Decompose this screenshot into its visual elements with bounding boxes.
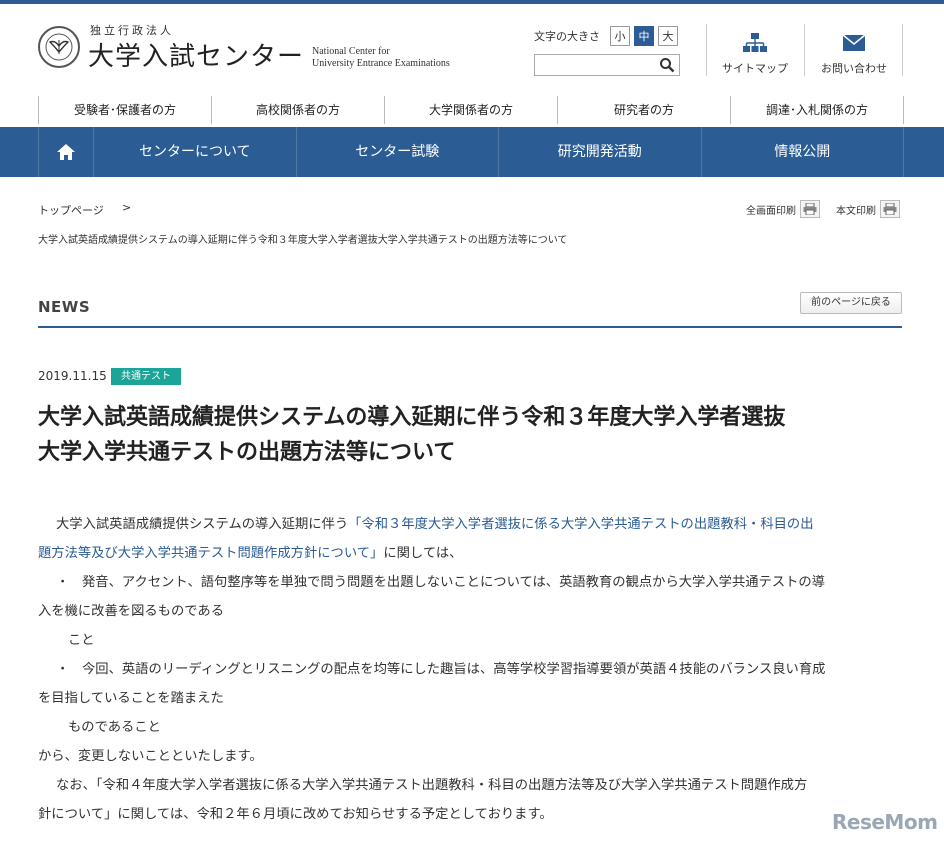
sitemap-link[interactable]: サイトマップ bbox=[710, 32, 800, 76]
main-nav-about[interactable]: センターについて bbox=[93, 127, 296, 177]
article-title-line2: 大学入学共通テストの出題方法等について bbox=[38, 440, 456, 465]
paragraph-text: に関しては、 bbox=[383, 546, 463, 561]
org-english-line1: National Center for bbox=[312, 46, 390, 57]
article-title: 大学入試英語成績提供システムの導入延期に伴う令和３年度大学入学者選抜 大学入学共… bbox=[38, 400, 918, 470]
article-body: 大学入試英語成績提供システムの導入延期に伴う「令和３年度大学入学者選抜に係る大学… bbox=[38, 510, 908, 829]
header-divider bbox=[706, 24, 707, 76]
bullet-mark: ・ bbox=[56, 575, 70, 590]
contact-link[interactable]: お問い合わせ bbox=[809, 32, 899, 76]
breadcrumb-current: 大学入試英語成績提供システムの導入延期に伴う令和３年度大学入学者選抜大学入学共通… bbox=[38, 235, 568, 246]
font-size-label: 文字の大きさ bbox=[534, 30, 600, 43]
header-divider bbox=[804, 24, 805, 76]
header-divider bbox=[902, 24, 903, 76]
audience-nav: 受験者･保護者の方 高校関係者の方 大学関係者の方 研究者の方 調達･入札関係の… bbox=[38, 96, 904, 124]
print-full-button[interactable]: 全画面印刷 bbox=[746, 200, 820, 218]
audience-nav-examinees[interactable]: 受験者･保護者の方 bbox=[38, 96, 211, 124]
paragraph: 大学入試英語成績提供システムの導入延期に伴う「令和３年度大学入学者選抜に係る大学… bbox=[38, 510, 908, 539]
print-full-label: 全画面印刷 bbox=[746, 205, 796, 217]
print-body-label: 本文印刷 bbox=[836, 205, 876, 217]
news-heading: NEWS bbox=[38, 298, 91, 316]
org-emblem-icon[interactable] bbox=[38, 26, 80, 68]
breadcrumb-separator: > bbox=[122, 201, 132, 214]
audience-nav-university[interactable]: 大学関係者の方 bbox=[384, 96, 557, 124]
sitemap-label: サイトマップ bbox=[722, 62, 788, 75]
print-body-button[interactable]: 本文印刷 bbox=[836, 200, 900, 218]
org-english-line2: University Entrance Examinations bbox=[312, 58, 450, 69]
printer-icon bbox=[800, 200, 820, 218]
home-icon bbox=[57, 144, 75, 160]
bullet-continuation: ものであること bbox=[68, 720, 161, 735]
paragraph: 題方法等及び大学入学共通テスト問題作成方針について」に関しては、 bbox=[38, 539, 908, 568]
bullet-continuation: こと bbox=[68, 633, 95, 648]
resemom-watermark: ReseMom bbox=[832, 810, 938, 834]
home-nav-button[interactable] bbox=[38, 127, 93, 177]
back-button[interactable]: 前のページに戻る bbox=[800, 292, 902, 314]
audience-nav-high-school[interactable]: 高校関係者の方 bbox=[211, 96, 384, 124]
bullet-item: ・今回、英語のリーディングとリスニングの配点を均等にした趣旨は、高等学校学習指導… bbox=[38, 655, 908, 684]
site-header: 独立行政法人 大学入試センター National Center for Univ… bbox=[0, 0, 944, 94]
article-category-tag[interactable]: 共通テスト bbox=[111, 368, 181, 385]
paragraph-text: 大学入試英語成績提供システムの導入延期に伴う bbox=[56, 517, 349, 532]
paragraph: から、変更しないことといたします。 bbox=[38, 749, 263, 764]
guideline-link[interactable]: 「令和３年度大学入学者選抜に係る大学入学共通テストの出題教科・科目の出 bbox=[348, 517, 813, 532]
search-box bbox=[534, 54, 680, 77]
audience-nav-researchers[interactable]: 研究者の方 bbox=[557, 96, 730, 124]
font-size-medium-button[interactable]: 中 bbox=[634, 26, 654, 46]
bullet-text: 今回、英語のリーディングとリスニングの配点を均等にした趣旨は、高等学校学習指導要… bbox=[82, 662, 826, 677]
sitemap-icon bbox=[743, 33, 767, 52]
org-name-logo[interactable]: 大学入試センター bbox=[88, 36, 304, 73]
bullet-mark: ・ bbox=[56, 662, 70, 677]
audience-nav-procurement[interactable]: 調達･入札関係の方 bbox=[730, 96, 904, 124]
news-divider bbox=[38, 326, 902, 328]
mail-icon bbox=[842, 34, 866, 51]
guideline-link[interactable]: 題方法等及び大学入学共通テスト問題作成方針について」 bbox=[38, 546, 383, 561]
font-size-large-button[interactable]: 大 bbox=[658, 26, 678, 46]
main-nav-disclosure[interactable]: 情報公開 bbox=[700, 127, 904, 177]
bullet-continuation: 入を機に改善を図るものである bbox=[38, 604, 225, 619]
bullet-text: 発音、アクセント、語句整序等を単独で問う問題を出題しないことについては、英語教育… bbox=[82, 575, 826, 590]
paragraph: 針について」に関しては、令和２年６月頃に改めてお知らせする予定としております。 bbox=[38, 807, 553, 822]
main-nav-research[interactable]: 研究開発活動 bbox=[498, 127, 701, 177]
contact-label: お問い合わせ bbox=[821, 62, 887, 75]
search-input[interactable] bbox=[535, 57, 655, 77]
search-icon[interactable] bbox=[659, 57, 675, 73]
article-date: 2019.11.15 bbox=[38, 369, 107, 383]
main-nav-center-exam[interactable]: センター試験 bbox=[295, 127, 499, 177]
breadcrumb-home-link[interactable]: トップページ bbox=[38, 202, 104, 218]
bullet-item: ・発音、アクセント、語句整序等を単独で問う問題を出題しないことについては、英語教… bbox=[38, 568, 908, 597]
main-nav: センターについて センター試験 研究開発活動 情報公開 bbox=[0, 127, 944, 177]
org-english-name: National Center for University Entrance … bbox=[312, 46, 450, 70]
paragraph: なお、「令和４年度大学入学者選抜に係る大学入学共通テスト出題教科・科目の出題方法… bbox=[56, 778, 808, 793]
article-title-line1: 大学入試英語成績提供システムの導入延期に伴う令和３年度大学入学者選抜 bbox=[38, 405, 786, 430]
printer-icon bbox=[880, 200, 900, 218]
bullet-continuation: を目指していることを踏まえた bbox=[38, 691, 224, 706]
font-size-small-button[interactable]: 小 bbox=[610, 26, 630, 46]
